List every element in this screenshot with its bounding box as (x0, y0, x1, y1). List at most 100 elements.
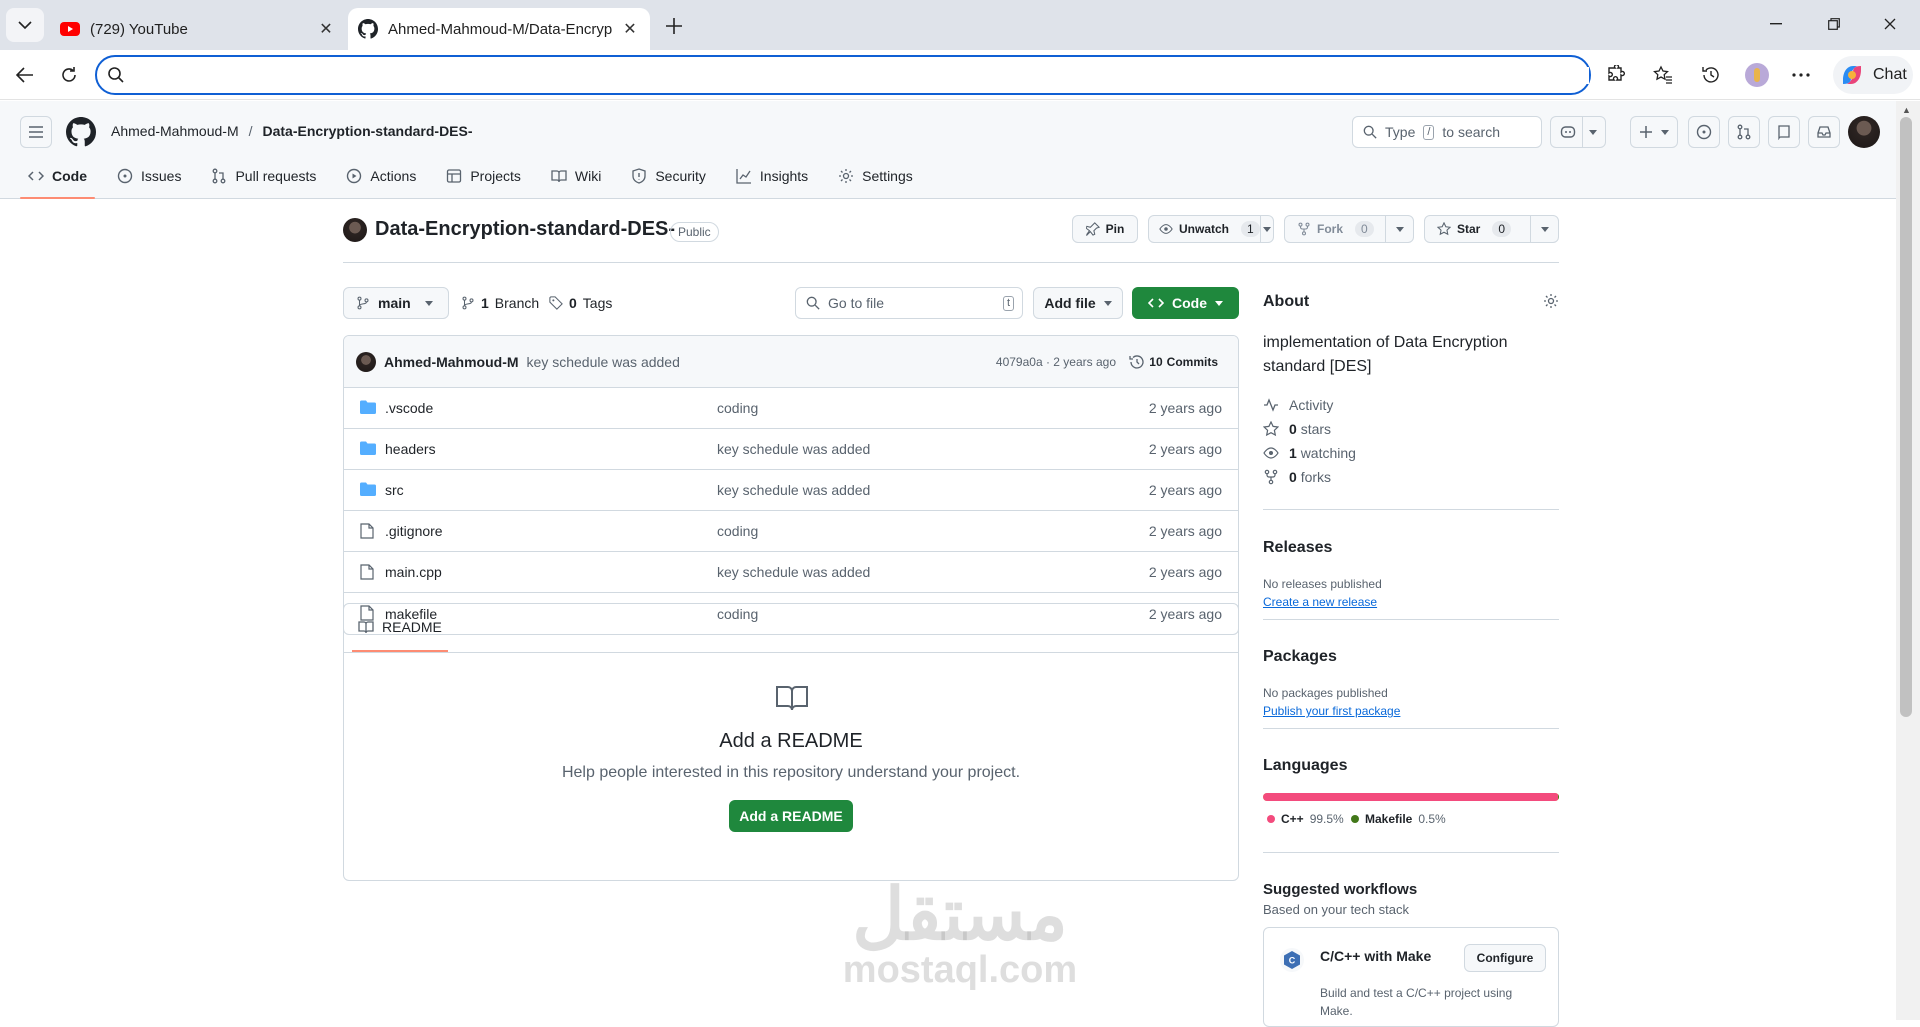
tab-actions[interactable]: Actions (338, 161, 424, 191)
history-icon (1702, 67, 1719, 83)
restore-button[interactable] (1814, 10, 1854, 38)
file-commit-message[interactable]: key schedule was added (717, 441, 870, 457)
watermark-arabic: مستقل (852, 875, 1068, 955)
commit-author[interactable]: Ahmed-Mahmoud-M (384, 354, 519, 370)
tab-projects[interactable]: Projects (438, 161, 529, 191)
tags-link[interactable]: 0 Tags (549, 295, 612, 311)
file-commit-message[interactable]: key schedule was added (717, 482, 870, 498)
add-file-button[interactable]: Add file (1033, 287, 1123, 319)
commit-author-avatar[interactable] (356, 351, 376, 372)
commits-link[interactable]: 10 Commits (1129, 354, 1218, 370)
watch-dropdown-icon[interactable] (1259, 216, 1273, 242)
owner-avatar[interactable] (343, 218, 367, 242)
watermark-latin: mostaql.com (842, 949, 1078, 991)
global-search-input[interactable]: Type / to search (1352, 116, 1542, 148)
fork-label: Fork (1317, 222, 1344, 236)
create-release-link[interactable]: Create a new release (1263, 595, 1377, 609)
commit-sha-time[interactable]: 4079a0a · 2 years ago (996, 355, 1116, 369)
gear-icon[interactable] (1543, 293, 1559, 309)
stars-label: stars (1300, 421, 1332, 437)
releases-heading[interactable]: Releases (1263, 539, 1332, 557)
github-logo-icon[interactable] (66, 117, 96, 147)
file-name[interactable]: .vscode (385, 400, 433, 416)
configure-button[interactable]: Configure (1464, 944, 1546, 972)
latest-commit-row: Ahmed-Mahmoud-M key schedule was added 4… (344, 336, 1238, 388)
activity-link[interactable]: Activity (1263, 397, 1333, 413)
tab-github[interactable]: Ahmed-Mahmoud-M/Data-Encryp ✕ (348, 8, 650, 50)
commit-message[interactable]: key schedule was added (527, 354, 680, 370)
repositories-button[interactable] (1768, 116, 1800, 148)
address-input[interactable] (135, 66, 1589, 84)
star-button[interactable]: Star 0 (1424, 215, 1559, 243)
tab-security[interactable]: Security (623, 161, 714, 191)
user-avatar[interactable] (1848, 116, 1880, 148)
tab-code[interactable]: Code (20, 161, 95, 199)
copilot-chat-button[interactable]: Chat (1833, 56, 1913, 94)
copilot-menu-button[interactable] (1550, 116, 1606, 148)
close-tab-icon[interactable]: ✕ (316, 19, 336, 39)
tab-issues[interactable]: Issues (109, 161, 189, 191)
fork-dropdown-icon[interactable] (1385, 216, 1413, 242)
publish-package-link[interactable]: Publish your first package (1263, 704, 1400, 718)
close-tab-icon[interactable]: ✕ (620, 19, 640, 39)
file-commit-message[interactable]: coding (717, 400, 758, 416)
more-menu-button[interactable] (1784, 58, 1818, 92)
readme-tab[interactable]: README (352, 604, 448, 652)
scrollbar-thumb[interactable] (1900, 117, 1912, 717)
tab-list-button[interactable] (6, 8, 44, 42)
file-commit-message[interactable]: key schedule was added (717, 564, 870, 580)
inbox-button[interactable] (1808, 116, 1840, 148)
issues-button[interactable] (1688, 116, 1720, 148)
language-item[interactable]: C++ 99.5% (1267, 812, 1344, 826)
pull-request-icon (213, 168, 226, 184)
breadcrumb-separator: / (248, 123, 253, 139)
minimize-button[interactable] (1756, 10, 1796, 38)
add-readme-button[interactable]: Add a README (729, 800, 853, 832)
pull-requests-button[interactable] (1728, 116, 1760, 148)
branches-link[interactable]: 1 Branch (461, 295, 539, 311)
address-bar[interactable] (95, 55, 1591, 95)
tab-wiki[interactable]: Wiki (543, 161, 609, 191)
packages-heading[interactable]: Packages (1263, 648, 1337, 666)
branch-select[interactable]: main (343, 287, 449, 319)
file-commit-message[interactable]: coding (717, 523, 758, 539)
file-name[interactable]: .gitignore (385, 523, 443, 539)
refresh-button[interactable] (52, 58, 86, 92)
close-window-button[interactable] (1870, 10, 1910, 38)
browser-toolbar: Chat (0, 50, 1920, 100)
tab-insights[interactable]: Insights (728, 161, 816, 191)
pin-icon (1085, 222, 1100, 236)
history-button[interactable] (1694, 58, 1728, 92)
language-item[interactable]: Makefile 0.5% (1351, 812, 1446, 826)
file-name[interactable]: main.cpp (385, 564, 442, 580)
create-new-button[interactable] (1630, 116, 1678, 148)
scroll-up-icon[interactable]: ▲ (1902, 105, 1911, 115)
menu-button[interactable] (20, 116, 52, 148)
repo-nav: Code Issues Pull requests Actions Projec… (20, 161, 935, 199)
fork-button[interactable]: Fork 0 (1284, 215, 1414, 243)
code-button[interactable]: Code (1132, 287, 1239, 319)
repo-name[interactable]: Data-Encryption-standard-DES- (375, 218, 675, 241)
file-name[interactable]: headers (385, 441, 436, 457)
file-name[interactable]: src (385, 482, 404, 498)
pin-button[interactable]: Pin (1072, 215, 1138, 243)
go-to-file-input[interactable]: Go to file t (795, 287, 1023, 319)
forks-link[interactable]: 0 forks (1263, 469, 1331, 485)
breadcrumb-repo[interactable]: Data-Encryption-standard-DES- (263, 123, 473, 139)
packages-empty: No packages published (1263, 686, 1388, 700)
star-dropdown-icon[interactable] (1530, 216, 1558, 242)
new-tab-button[interactable] (660, 12, 688, 40)
unwatch-button[interactable]: Unwatch 1 (1148, 215, 1274, 243)
tab-settings[interactable]: Settings (830, 161, 921, 191)
tab-pull-requests[interactable]: Pull requests (203, 161, 324, 191)
watching-link[interactable]: 1 watching (1263, 445, 1356, 461)
copilot-icon (1560, 126, 1575, 138)
profile-button[interactable] (1740, 58, 1774, 92)
stars-link[interactable]: 0 stars (1263, 421, 1331, 437)
page-scrollbar[interactable]: ▲ (1896, 101, 1920, 1020)
tab-youtube[interactable]: (729) YouTube ✕ (50, 8, 346, 50)
back-button[interactable] (8, 58, 42, 92)
breadcrumb-owner[interactable]: Ahmed-Mahmoud-M (111, 123, 239, 139)
favorites-button[interactable] (1646, 58, 1680, 92)
extensions-button[interactable] (1598, 58, 1632, 92)
